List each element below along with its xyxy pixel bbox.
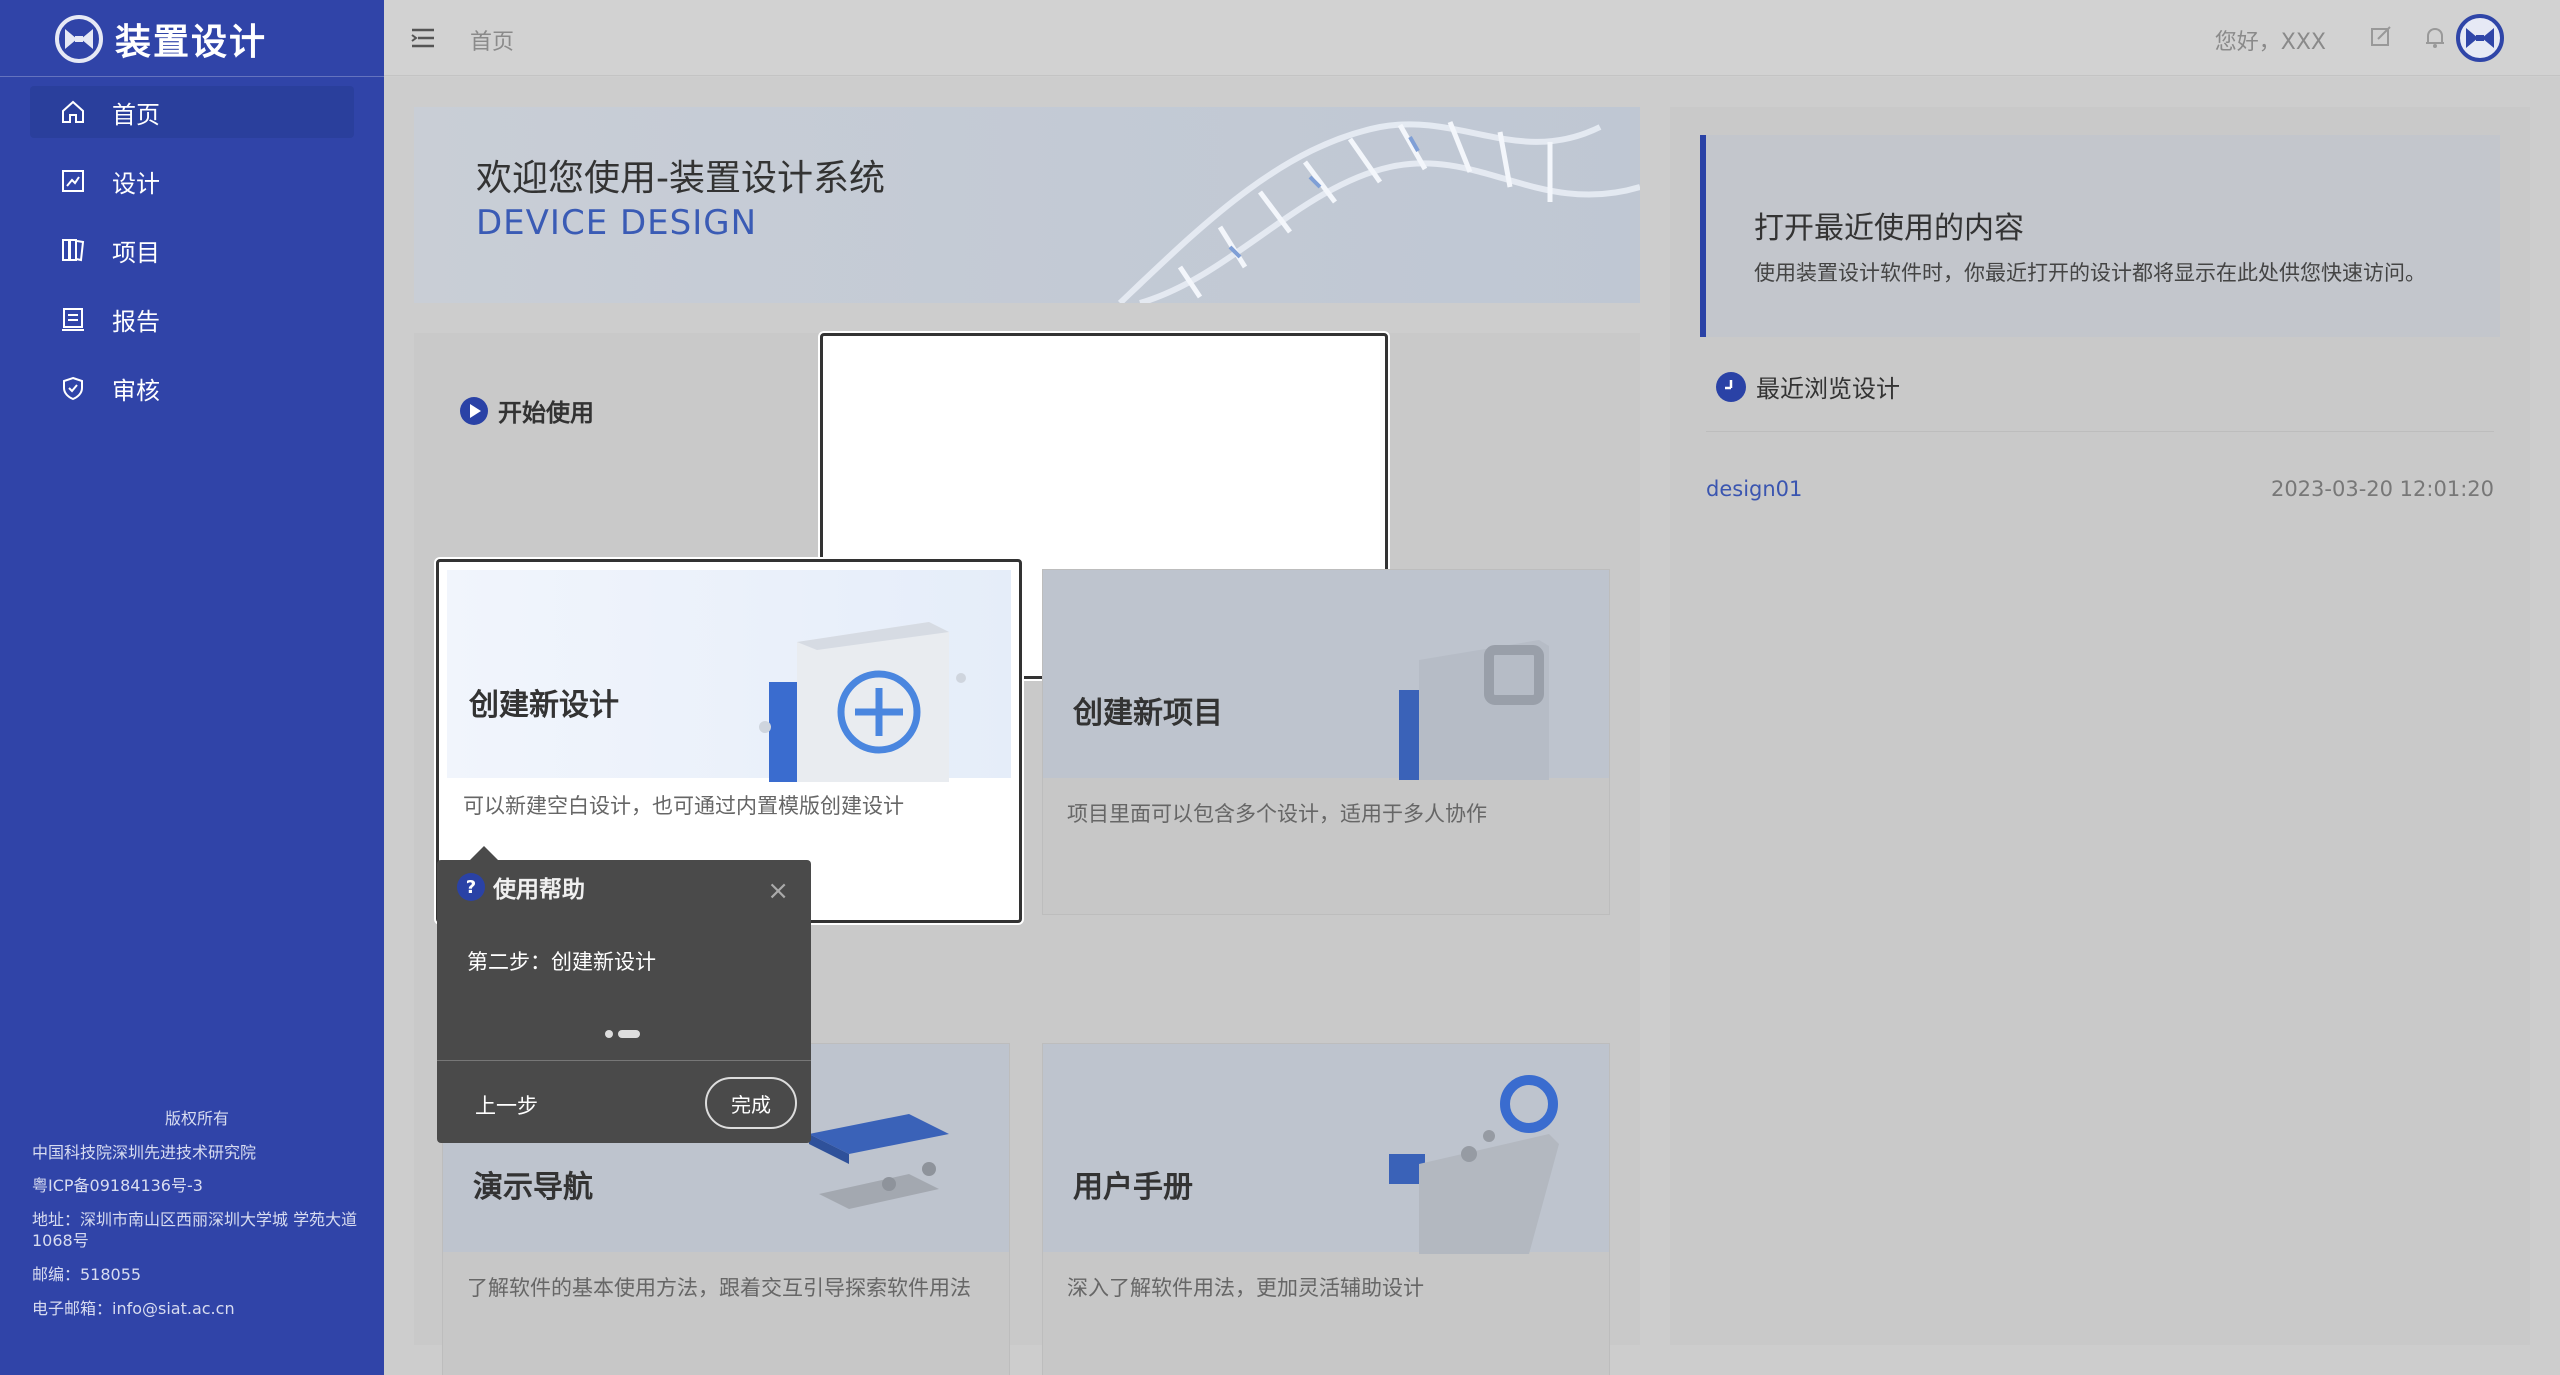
recent-info-box: 打开最近使用的内容 使用装置设计软件时，你最近打开的设计都将显示在此处供您快速访… [1700, 135, 2500, 337]
sidebar-footer: 版权所有 中国科技院深圳先进技术研究院 粤ICP备09184136号-3 地址：… [32, 1108, 362, 1331]
main-nav: 首页 设计 项目 报告 审核 [30, 86, 354, 431]
audit-shield-icon [58, 373, 88, 403]
start-panel: 开始使用 创建新设计 可以新建空白设计，也可通过内置模版创建设计 创建新项目 项… [414, 333, 1640, 1375]
sidebar: 装置设计 首页 设计 项目 报告 审核 版权所有 中国科技院深圳先进技术研究院 … [0, 0, 384, 1375]
avatar[interactable] [2456, 14, 2504, 62]
clock-icon [1716, 371, 1746, 402]
popover-step-text: 第二步：创建新设计 [467, 950, 656, 974]
list-item: design01 2023-03-20 12:01:20 [1706, 477, 2494, 501]
card-desc: 可以新建空白设计，也可通过内置模版创建设计 [463, 794, 904, 818]
manual-book-illustration [1389, 1075, 1559, 1254]
dna-helix-illustration [1117, 121, 1640, 303]
home-icon [58, 97, 88, 127]
sidebar-item-label: 项目 [112, 238, 160, 267]
app-title: 装置设计 [115, 22, 268, 63]
layers-illustration [809, 1114, 949, 1209]
previous-step-button[interactable]: 上一步 [475, 1090, 538, 1120]
close-icon[interactable]: × [767, 878, 789, 904]
menu-toggle-icon[interactable] [410, 26, 436, 50]
popover-header: ? 使用帮助 [449, 870, 585, 904]
create-project-card[interactable]: 创建新项目 项目里面可以包含多个设计，适用于多人协作 [1042, 569, 1610, 915]
logo-divider [0, 76, 384, 77]
recent-browse-heading: 最近浏览设计 [1706, 369, 1900, 404]
footer-copyright: 版权所有 [164, 1109, 229, 1128]
app-logo[interactable]: 装置设计 [55, 12, 267, 66]
sidebar-item-home[interactable]: 首页 [30, 86, 354, 138]
bell-icon[interactable] [2422, 24, 2448, 50]
divider [437, 1060, 811, 1061]
footer-postcode: 邮编：518055 [32, 1264, 142, 1284]
sidebar-item-design[interactable]: 设计 [30, 155, 354, 207]
popover-title: 使用帮助 [493, 877, 585, 903]
card-title: 创建新设计 [469, 688, 619, 723]
recent-title: 打开最近使用的内容 [1754, 211, 2024, 246]
project-icon [58, 235, 88, 265]
sidebar-item-label: 首页 [112, 100, 160, 129]
play-circle-icon [460, 396, 488, 425]
banner-subtitle: DEVICE DESIGN [476, 203, 758, 243]
section-title: 开始使用 [498, 399, 594, 427]
start-heading: 开始使用 [450, 393, 594, 428]
card-desc: 项目里面可以包含多个设计，适用于多人协作 [1067, 802, 1487, 826]
design-icon [58, 166, 88, 196]
step-indicator [605, 1030, 640, 1038]
recent-panel: 打开最近使用的内容 使用装置设计软件时，你最近打开的设计都将显示在此处供您快速访… [1670, 107, 2530, 1345]
user-manual-card[interactable]: 用户手册 深入了解软件用法，更加灵活辅助设计 [1042, 1043, 1610, 1375]
breadcrumb[interactable]: 首页 [470, 24, 514, 56]
banner-title: 欢迎您使用-装置设计系统 [476, 158, 885, 199]
card-title: 创建新项目 [1073, 696, 1223, 731]
logo-icon [55, 15, 103, 63]
sidebar-item-label: 审核 [112, 376, 160, 405]
recent-design-time: 2023-03-20 12:01:20 [2270, 477, 2494, 501]
recent-desc: 使用装置设计软件时，你最近打开的设计都将显示在此处供您快速访问。 [1754, 261, 2426, 285]
report-icon [58, 304, 88, 334]
footer-icp: 粤ICP备09184136号-3 [32, 1176, 203, 1196]
top-header: 首页 您好，XXX [384, 0, 2560, 76]
footer-address: 地址：深圳市南山区西丽深圳大学城 学苑大道1068号 [32, 1209, 358, 1251]
sidebar-item-audit[interactable]: 审核 [30, 362, 354, 414]
footer-email: 电子邮箱：info@siat.ac.cn [32, 1298, 235, 1318]
card-desc: 了解软件的基本使用方法，跟着交互引导探索软件用法 [467, 1276, 971, 1300]
step-dot [605, 1030, 613, 1038]
edit-note-icon[interactable] [2368, 24, 2394, 50]
welcome-banner: 欢迎您使用-装置设计系统 DEVICE DESIGN [414, 107, 1640, 303]
card-title: 用户手册 [1073, 1170, 1193, 1205]
sidebar-item-label: 设计 [112, 169, 160, 198]
help-popover: ? 使用帮助 × 第二步：创建新设计 上一步 完成 [437, 860, 811, 1143]
sidebar-item-label: 报告 [112, 307, 160, 336]
card-desc: 深入了解软件用法，更加灵活辅助设计 [1067, 1276, 1424, 1300]
footer-org: 中国科技院深圳先进技术研究院 [32, 1142, 257, 1162]
popover-arrow [470, 846, 498, 860]
done-button[interactable]: 完成 [705, 1077, 797, 1129]
recent-design-link[interactable]: design01 [1706, 477, 1802, 501]
sidebar-item-project[interactable]: 项目 [30, 224, 354, 276]
project-folder-illustration [1399, 640, 1549, 780]
user-greeting: 您好，XXX [2214, 30, 2326, 55]
step-dot-active [618, 1030, 640, 1038]
question-circle-icon: ? [457, 873, 485, 901]
card-title: 演示导航 [473, 1170, 593, 1205]
sidebar-item-report[interactable]: 报告 [30, 293, 354, 345]
avatar-logo-icon [2466, 28, 2494, 48]
browse-heading-label: 最近浏览设计 [1756, 375, 1900, 403]
divider [1706, 431, 2494, 432]
add-design-illustration [759, 622, 966, 782]
main-content: 欢迎您使用-装置设计系统 DEVICE DESIGN 开始使用 创建新设计 可以… [384, 77, 2560, 1375]
